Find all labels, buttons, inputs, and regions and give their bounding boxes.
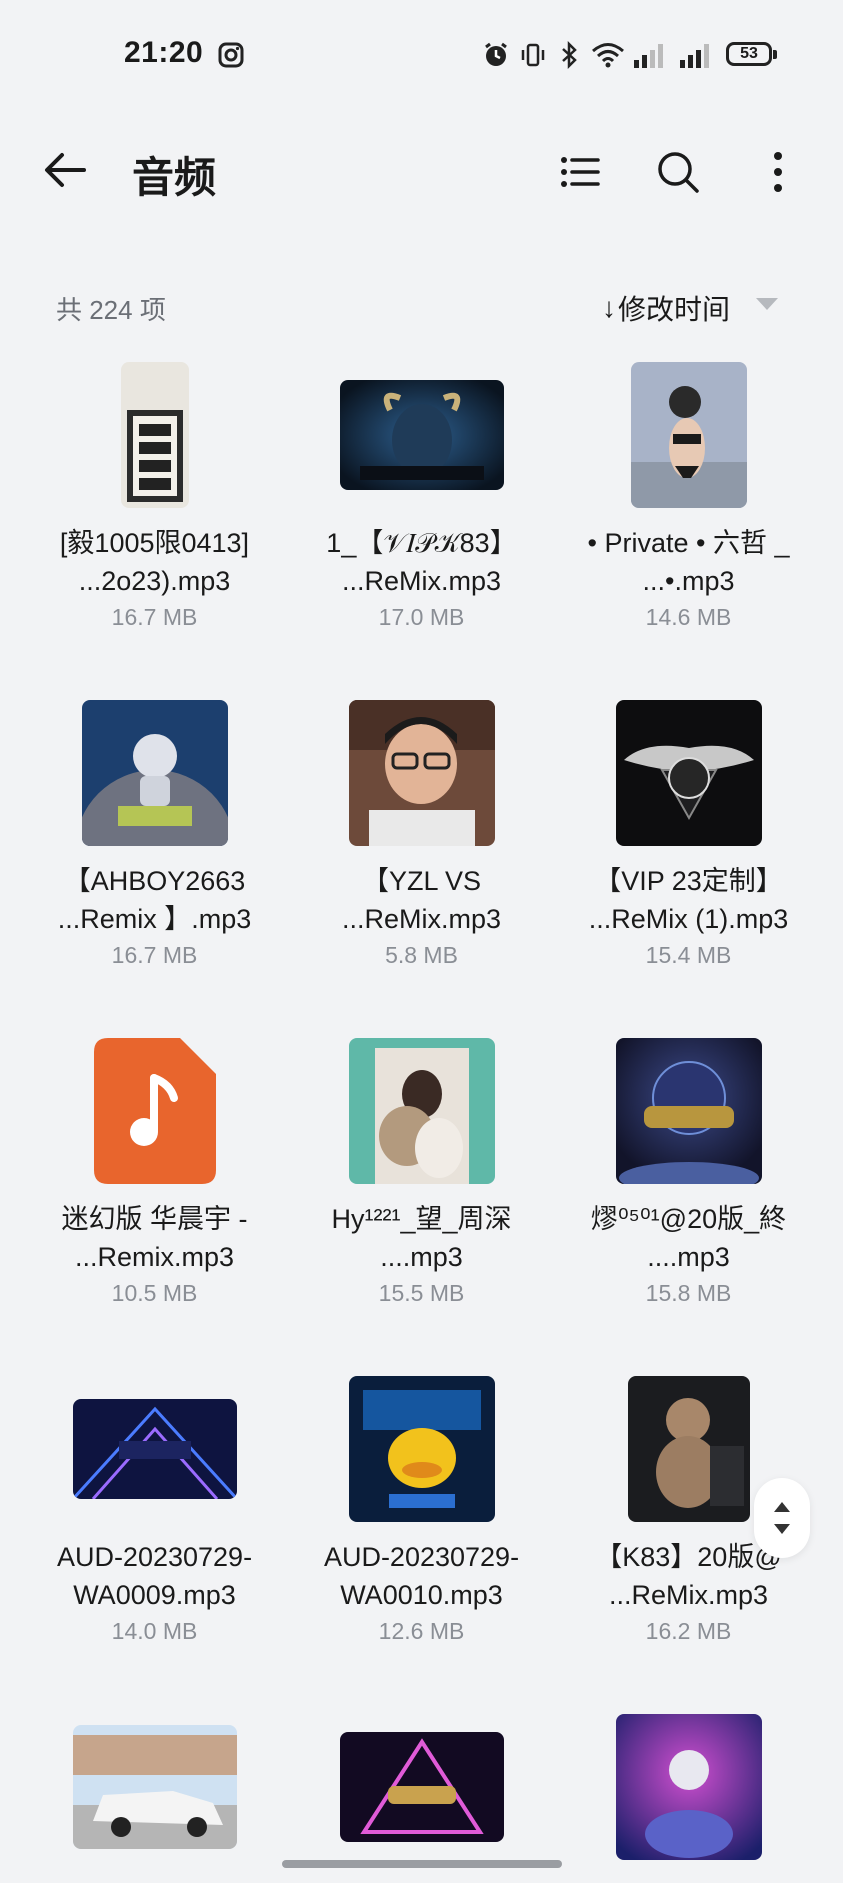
file-name-line1: 【YZL VS: [361, 866, 482, 896]
grid-item[interactable]: 【VIP 23定制】 ...ReMix (1).mp3 15.4 MB: [555, 698, 822, 969]
file-name-line2: ....mp3: [380, 1242, 463, 1272]
audio-thumbnail: [339, 1732, 504, 1842]
battery-indicator: 53: [726, 42, 777, 66]
file-size: 5.8 MB: [385, 942, 458, 968]
file-name-line1: 迷幻版 华晨宇 -: [61, 1204, 248, 1234]
search-icon[interactable]: [654, 148, 702, 196]
file-name-line1: 1_【𝒱𝐼𝒫𝒦83】: [326, 528, 517, 558]
status-bar: 21:20 53: [0, 0, 843, 108]
audio-thumbnail: [339, 380, 504, 490]
file-name-line2: ...2o23).mp3: [78, 566, 231, 596]
wifi-icon: [592, 43, 624, 68]
file-size: 10.5 MB: [111, 1280, 198, 1306]
audio-thumbnail: [615, 1038, 762, 1184]
status-time: 21:20: [124, 36, 204, 69]
sort-direction-icon: ↓: [602, 292, 616, 323]
more-options-icon[interactable]: [754, 148, 802, 196]
file-size: 15.8 MB: [645, 1280, 732, 1306]
file-name-line2: ...Remix 】.mp3: [57, 904, 252, 934]
file-size: 16.7 MB: [111, 604, 198, 630]
file-name-line2: ...ReMix (1).mp3: [588, 904, 789, 934]
grid-item[interactable]: 熮⁰⁵⁰¹@20版_終 ....mp3 15.8 MB: [555, 1036, 822, 1307]
grid-item[interactable]: 迷幻版 华晨宇 - ...Remix.mp3 10.5 MB: [21, 1036, 288, 1307]
grid-item[interactable]: [555, 1712, 822, 1876]
item-count: 共 224 项: [56, 295, 166, 325]
file-name-line1: 【VIP 23定制】: [594, 866, 783, 896]
file-size: 15.4 MB: [645, 942, 732, 968]
audio-thumbnail: [348, 1376, 495, 1522]
file-size: 15.5 MB: [378, 1280, 465, 1306]
bluetooth-icon: [562, 40, 577, 70]
home-indicator[interactable]: [282, 1860, 562, 1868]
grid-item[interactable]: Hy¹²²¹_望_周深 ....mp3 15.5 MB: [288, 1036, 555, 1307]
back-arrow-icon[interactable]: [40, 148, 90, 192]
file-size: 16.2 MB: [645, 1618, 732, 1644]
grid-item[interactable]: [毅1005限0413] ...2o23).mp3 16.7 MB: [21, 360, 288, 631]
grid-item[interactable]: [21, 1712, 288, 1876]
grid-item[interactable]: 【AHBOY2663 ...Remix 】.mp3 16.7 MB: [21, 698, 288, 969]
file-name-line1: AUD-20230729-: [56, 1542, 253, 1572]
audio-thumbnail: [348, 1038, 495, 1184]
file-name-line2: ...ReMix.mp3: [341, 904, 502, 934]
file-name-line1: Hy¹²²¹_望_周深: [331, 1204, 512, 1234]
signal-icon-2: [680, 44, 709, 68]
file-name-line1: 【AHBOY2663: [63, 866, 246, 896]
file-size: 16.7 MB: [111, 942, 198, 968]
file-name-line1: [毅1005限0413]: [59, 528, 250, 558]
grid-item[interactable]: AUD-20230729- WA0010.mp3 12.6 MB: [288, 1374, 555, 1645]
fast-scroll-handle[interactable]: [754, 1478, 810, 1558]
file-size: 12.6 MB: [378, 1618, 465, 1644]
vibrate-icon: [521, 43, 545, 67]
grid-item[interactable]: • Private • 六哲 _ ...•.mp3 14.6 MB: [555, 360, 822, 631]
file-size: 14.0 MB: [111, 1618, 198, 1644]
sort-button[interactable]: ↓ 修改时间: [602, 288, 730, 328]
file-name-line2: ...•.mp3: [642, 566, 735, 596]
audio-thumbnail: [81, 700, 228, 846]
audio-thumbnail: [72, 1399, 237, 1499]
music-file-icon: [93, 1038, 216, 1184]
signal-icon-1: [634, 44, 663, 68]
alarm-icon: [485, 42, 507, 66]
file-name-line2: ...Remix.mp3: [74, 1242, 235, 1272]
grid-item[interactable]: [288, 1712, 555, 1876]
file-size: 14.6 MB: [645, 604, 732, 630]
file-name-line2: ...ReMix.mp3: [341, 566, 502, 596]
file-name-line2: ...ReMix.mp3: [608, 1580, 769, 1610]
file-name-line1: AUD-20230729-: [323, 1542, 520, 1572]
file-name-line2: ....mp3: [647, 1242, 730, 1272]
file-name-line2: WA0009.mp3: [73, 1580, 236, 1610]
audio-thumbnail: [615, 1714, 762, 1860]
file-name-line1: • Private • 六哲 _: [587, 528, 790, 558]
grid-item[interactable]: 1_【𝒱𝐼𝒫𝒦83】 ...ReMix.mp3 17.0 MB: [288, 360, 555, 631]
page-title: 音频: [132, 154, 217, 201]
audio-thumbnail: [630, 362, 747, 508]
grid-item[interactable]: AUD-20230729- WA0009.mp3 14.0 MB: [21, 1374, 288, 1645]
sort-label: 修改时间: [618, 294, 731, 325]
instagram-icon: [218, 42, 244, 68]
audio-thumbnail: [627, 1376, 750, 1522]
sort-dropdown-caret-icon[interactable]: [756, 298, 778, 310]
audio-thumbnail: [615, 700, 762, 846]
file-size: 17.0 MB: [378, 604, 465, 630]
list-view-icon[interactable]: [556, 148, 604, 196]
audio-thumbnail: [72, 1725, 237, 1849]
app-header: 音频: [0, 130, 843, 210]
file-name-line2: WA0010.mp3: [340, 1580, 503, 1610]
grid-item[interactable]: 【YZL VS ...ReMix.mp3 5.8 MB: [288, 698, 555, 969]
file-name-line1: 熮⁰⁵⁰¹@20版_終: [590, 1204, 787, 1234]
scroll-up-down-icon: [774, 1502, 790, 1534]
audio-thumbnail: [120, 362, 189, 508]
audio-thumbnail: [348, 700, 495, 846]
